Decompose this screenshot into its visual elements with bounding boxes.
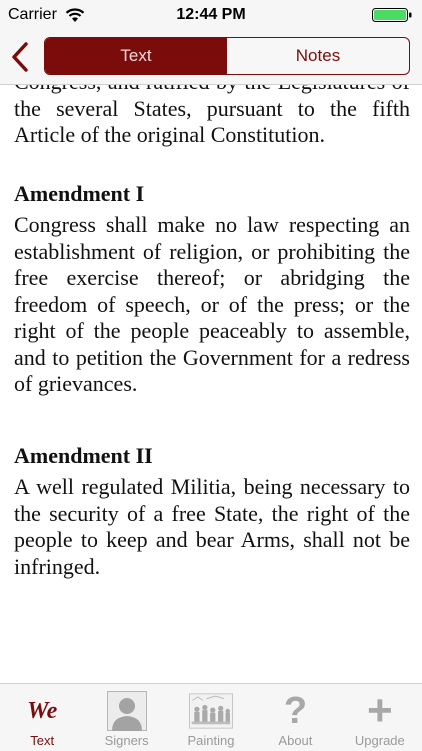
tab-about[interactable]: ? About [253,684,337,751]
status-bar: Carrier 12:44 PM [0,0,422,30]
tab-painting[interactable]: Painting [169,684,253,751]
question-mark-icon: ? [283,689,308,732]
segment-text[interactable]: Text [45,38,227,74]
tab-label: Upgrade [354,733,405,748]
amendment-heading: Amendment II [14,442,153,468]
battery-icon [372,8,412,22]
tab-label: Text [30,733,55,748]
plus-icon: + [366,686,393,735]
clock: 12:44 PM [176,6,246,23]
amendment-heading: Amendment I [14,180,145,206]
tab-upgrade[interactable]: + Upgrade [338,684,422,751]
tab-label: Signers [104,733,149,748]
tab-signers[interactable]: Signers [84,684,168,751]
tab-bar: We Text Signers Painting ? About + Upgra… [0,683,422,751]
tab-label: About [278,733,313,748]
person-silhouette-icon [105,689,149,733]
segment-notes[interactable]: Notes [227,38,409,74]
segmented-control: Text Notes [44,37,410,75]
document-scroll-view[interactable]: Congress, and ratified by the Legislatur… [0,85,422,683]
navigation-bar: Text Notes [0,30,422,85]
amendment-body: A well regulated Militia, being necessar… [14,474,410,579]
painting-icon [189,689,234,733]
we-logo-icon: We [27,697,58,724]
document-text: Congress, and ratified by the Legislatur… [14,85,410,580]
tab-label: Painting [187,733,235,748]
back-chevron-icon[interactable] [6,40,34,74]
tab-text[interactable]: We Text [0,684,84,751]
amendment-body: Congress shall make no law respecting an… [14,212,410,396]
intro-paragraph: Congress, and ratified by the Legislatur… [14,85,410,147]
